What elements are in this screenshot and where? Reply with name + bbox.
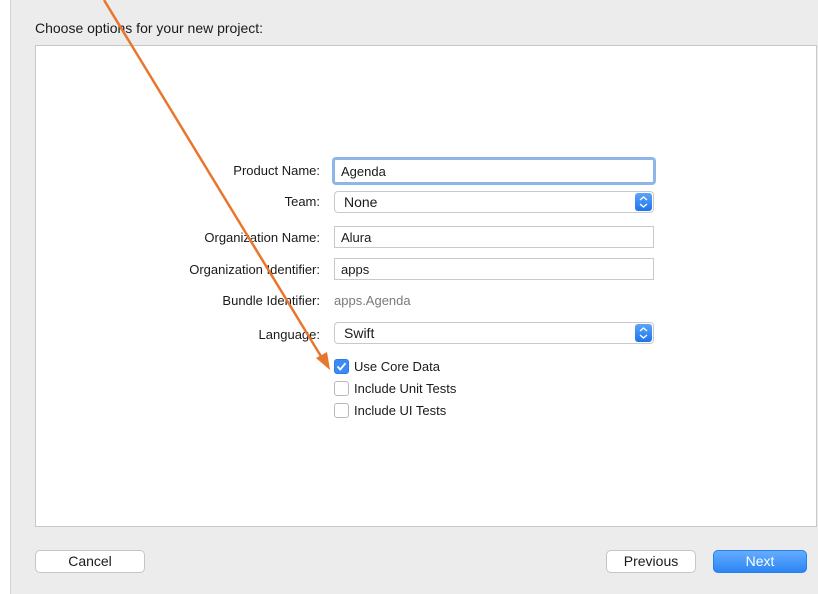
team-popup-value: None <box>344 194 378 210</box>
bundle-id-value: apps.Agenda <box>334 293 411 308</box>
checkbox-checked-icon <box>334 359 349 374</box>
team-label: Team: <box>284 194 320 209</box>
options-panel: Product Name: Team: None Organization Na… <box>35 45 817 527</box>
language-label: Language: <box>258 327 320 342</box>
checkbox-unchecked-icon <box>334 381 349 396</box>
team-popup[interactable]: None <box>334 191 654 213</box>
include-ui-tests-checkbox[interactable]: Include UI Tests <box>334 403 446 418</box>
include-ui-tests-label: Include UI Tests <box>354 403 447 418</box>
stepper-arrows-icon <box>635 324 652 342</box>
bundle-id-label: Bundle Identifier: <box>222 293 320 308</box>
include-unit-tests-checkbox[interactable]: Include Unit Tests <box>334 381 456 396</box>
org-id-field[interactable] <box>334 258 654 280</box>
org-name-label: Organization Name: <box>204 230 320 245</box>
language-popup-value: Swift <box>344 325 375 341</box>
dialog-sheet: Choose options for your new project: Pro… <box>10 0 818 594</box>
use-core-data-checkbox[interactable]: Use Core Data <box>334 359 440 374</box>
cancel-button[interactable]: Cancel <box>35 550 145 573</box>
stepper-arrows-icon <box>635 193 652 211</box>
next-button[interactable]: Next <box>713 550 807 573</box>
checkbox-unchecked-icon <box>334 403 349 418</box>
dialog-heading: Choose options for your new project: <box>35 20 264 36</box>
product-name-field[interactable] <box>332 157 656 185</box>
product-name-label: Product Name: <box>233 163 320 178</box>
use-core-data-label: Use Core Data <box>354 359 440 374</box>
include-unit-tests-label: Include Unit Tests <box>354 381 457 396</box>
language-popup[interactable]: Swift <box>334 322 654 344</box>
org-id-label: Organization Identifier: <box>189 262 320 277</box>
previous-button[interactable]: Previous <box>606 550 696 573</box>
org-name-field[interactable] <box>334 226 654 248</box>
